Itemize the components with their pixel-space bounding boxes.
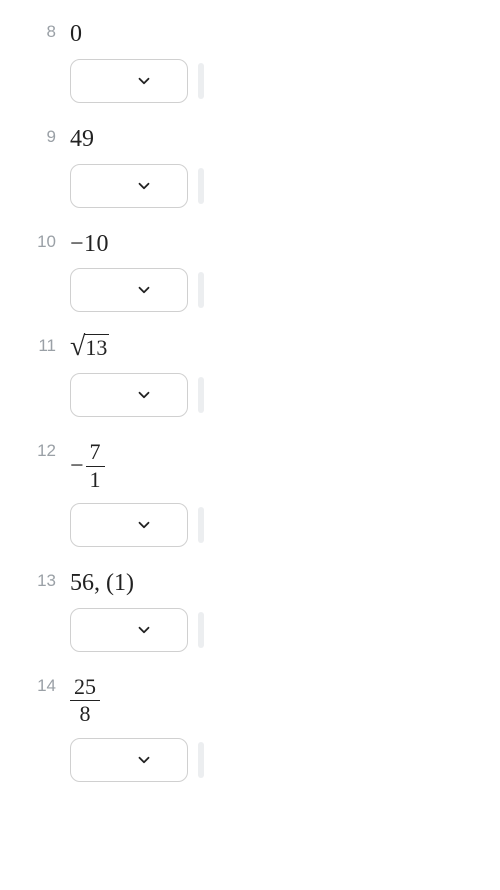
chevron-down-icon: [135, 386, 153, 404]
drag-handle[interactable]: [198, 507, 204, 543]
question-number: 10: [30, 230, 70, 252]
answer-select[interactable]: [70, 59, 188, 103]
chevron-down-icon: [135, 621, 153, 639]
question-item: 1356, (1): [30, 569, 470, 652]
question-number: 13: [30, 569, 70, 591]
question-expression: −10: [70, 230, 109, 259]
answer-select[interactable]: [70, 608, 188, 652]
question-expression: √13: [70, 334, 109, 363]
question-item: 949: [30, 125, 470, 208]
question-expression: −71: [70, 439, 105, 493]
question-number: 14: [30, 674, 70, 696]
question-number: 8: [30, 20, 70, 42]
question-item: 80: [30, 20, 470, 103]
question-number: 9: [30, 125, 70, 147]
answer-select[interactable]: [70, 268, 188, 312]
question-item: 10−10: [30, 230, 470, 313]
chevron-down-icon: [135, 516, 153, 534]
drag-handle[interactable]: [198, 63, 204, 99]
chevron-down-icon: [135, 751, 153, 769]
question-number: 12: [30, 439, 70, 461]
question-expression: 258: [70, 674, 100, 728]
question-expression: 0: [70, 20, 82, 49]
drag-handle[interactable]: [198, 272, 204, 308]
chevron-down-icon: [135, 177, 153, 195]
answer-select[interactable]: [70, 503, 188, 547]
answer-select[interactable]: [70, 164, 188, 208]
answer-select[interactable]: [70, 373, 188, 417]
question-item: 11√13: [30, 334, 470, 417]
chevron-down-icon: [135, 72, 153, 90]
drag-handle[interactable]: [198, 612, 204, 648]
question-item: 14258: [30, 674, 470, 782]
question-expression: 49: [70, 125, 94, 154]
question-expression: 56, (1): [70, 569, 134, 598]
drag-handle[interactable]: [198, 168, 204, 204]
drag-handle[interactable]: [198, 377, 204, 413]
chevron-down-icon: [135, 281, 153, 299]
question-item: 12−71: [30, 439, 470, 547]
question-number: 11: [30, 334, 70, 356]
drag-handle[interactable]: [198, 742, 204, 778]
answer-select[interactable]: [70, 738, 188, 782]
